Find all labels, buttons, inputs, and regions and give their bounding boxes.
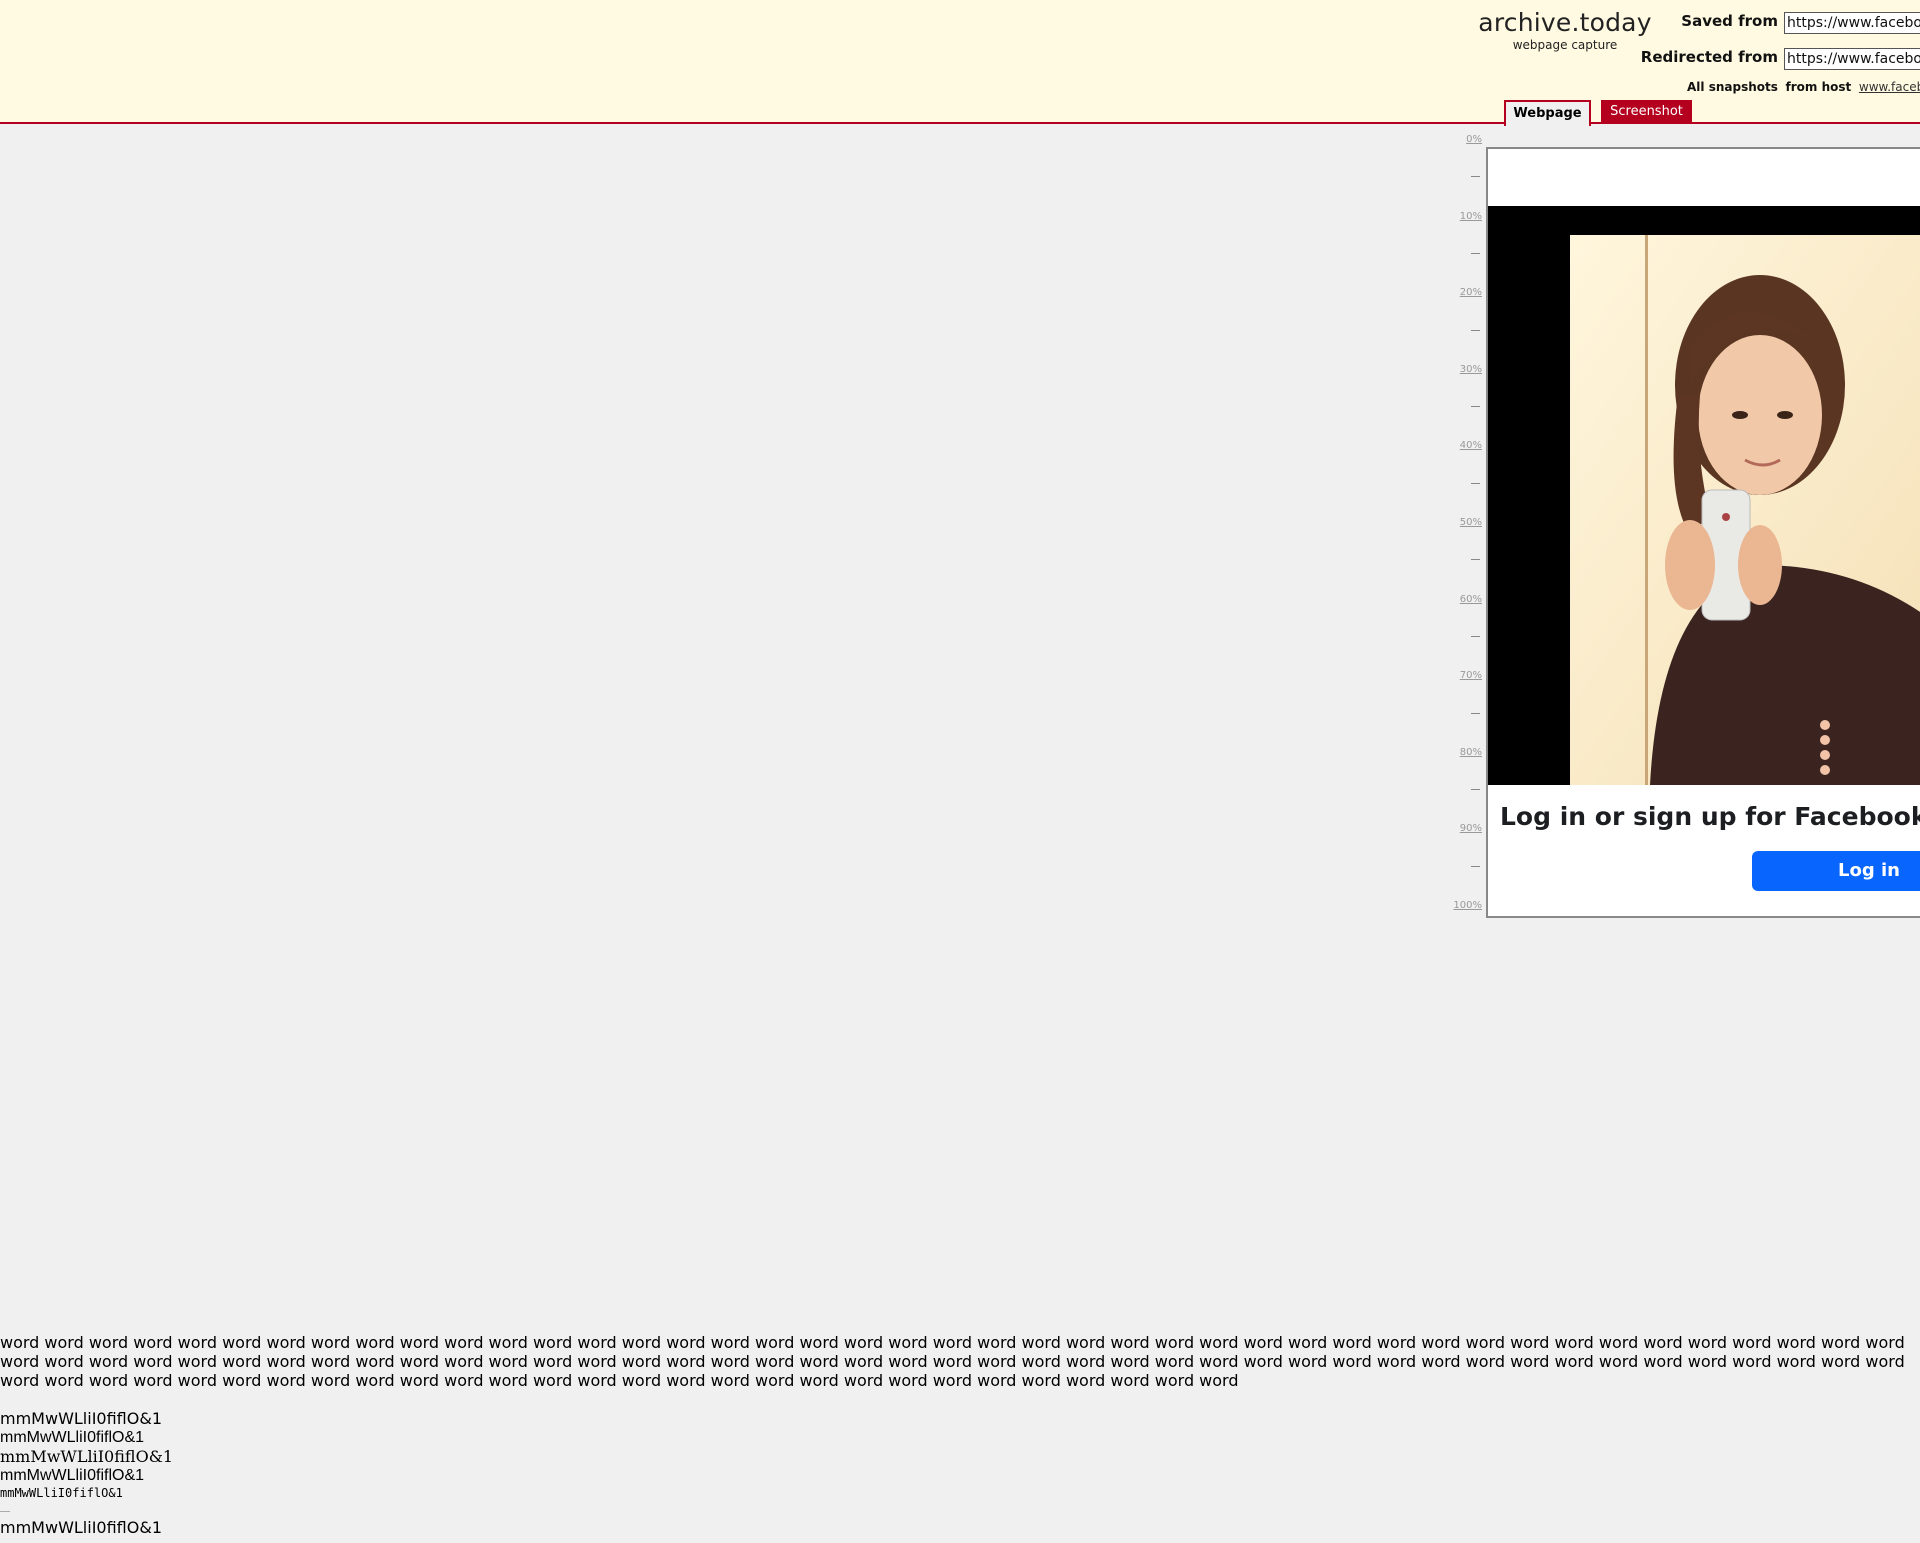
ruler-dash [1471, 176, 1480, 178]
all-snapshots-label: All snapshots [1687, 80, 1778, 94]
ruler-dash [1471, 252, 1480, 254]
ruler-dash [1471, 635, 1480, 637]
frame-top-bar [1488, 149, 1920, 206]
divider [0, 1511, 10, 1512]
host-link[interactable]: www.facebook.com [1859, 80, 1920, 94]
ruler-label[interactable]: 100% [1453, 900, 1482, 911]
saved-from-field[interactable]: https://www.facebook.com/ [1784, 12, 1920, 34]
font-sample-3: mmMwWLliI0fiflO&1 [0, 1447, 174, 1466]
ruler-label[interactable]: 30% [1460, 364, 1482, 375]
snapshot-frame: Log in or sign up for Facebook Log in [1486, 147, 1920, 918]
tab-screenshot[interactable]: Screenshot [1601, 100, 1692, 124]
ruler-label[interactable]: 20% [1460, 287, 1482, 298]
ruler-dash [1471, 559, 1480, 561]
login-button[interactable]: Log in [1752, 851, 1920, 891]
word-filler: word word word word word word word word … [0, 1333, 1905, 1390]
snapshots-line: All snapshots from host www.facebook.com [1687, 80, 1920, 94]
login-title: Log in or sign up for Facebook [1500, 802, 1920, 831]
ruler-dash [1471, 789, 1480, 791]
ruler-dash [1471, 329, 1480, 331]
from-host-label: from host [1785, 80, 1852, 94]
archive-header: archive.today webpage capture Saved from… [0, 0, 1920, 126]
redirected-from-field[interactable]: https://www.facebook.com/ [1784, 48, 1920, 70]
ruler-label[interactable]: 50% [1460, 517, 1482, 528]
ruler-label[interactable]: 70% [1460, 670, 1482, 681]
scroll-ruler: 0% 10% 20% 30% 40% 50% 60% 70% 80% 90% 100% [1440, 134, 1484, 916]
ruler-dash [1471, 712, 1480, 714]
ruler-label[interactable]: 60% [1460, 594, 1482, 605]
ruler-label[interactable]: 0% [1466, 134, 1482, 145]
font-sample-4: mmMwWLliI0fiflO&1 [0, 1467, 145, 1484]
ruler-dash [1471, 482, 1480, 484]
ruler-dash [1471, 406, 1480, 408]
font-sample-2: mmMwWLliI0fiflO&1 [0, 1429, 145, 1446]
ruler-dash [1471, 865, 1480, 867]
font-sample-1: mmMwWLliI0fiflO&1 [0, 1409, 162, 1428]
font-sample-6: mmMwWLliI0fiflO&1 [0, 1518, 162, 1537]
font-test-block: word word word word word word word word … [0, 1333, 1920, 1537]
font-sample-5: mmMwWLliI0fiflO&1 [0, 1486, 123, 1500]
photo-area [1488, 206, 1920, 785]
ruler-label[interactable]: 80% [1460, 747, 1482, 758]
ruler-label[interactable]: 90% [1460, 823, 1482, 834]
redirected-from-label: Redirected from [1640, 48, 1778, 66]
ruler-label[interactable]: 10% [1460, 211, 1482, 222]
tab-webpage[interactable]: Webpage [1504, 100, 1591, 126]
saved-from-label: Saved from [1681, 12, 1778, 30]
profile-photo [1570, 235, 1920, 785]
ruler-label[interactable]: 40% [1460, 440, 1482, 451]
